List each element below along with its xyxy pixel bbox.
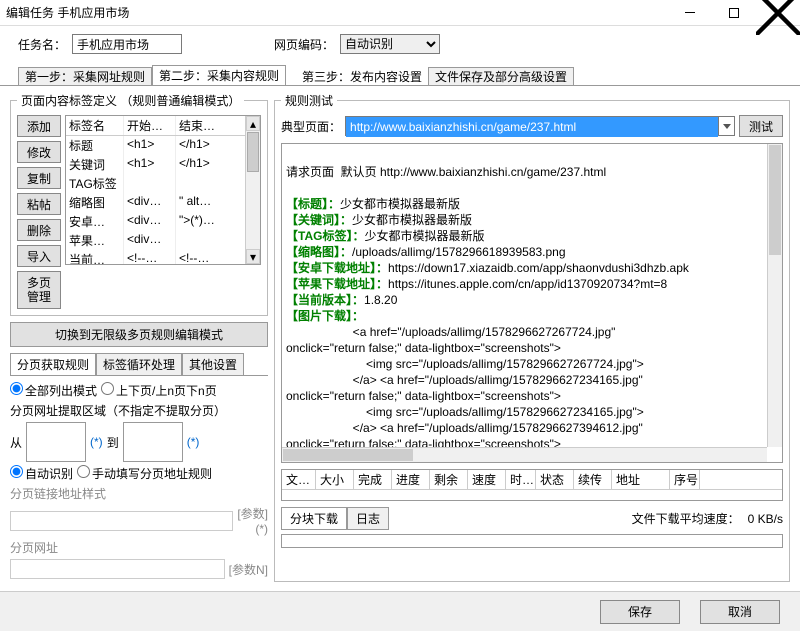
ruletest-group: 规则测试 典型页面： 测试 请求页面 默认页 http://www.baixia… [274,92,790,582]
subtab-other[interactable]: 其他设置 [182,353,244,375]
dltab-log[interactable]: 日志 [347,507,389,530]
url-input[interactable] [346,117,718,137]
switch-mode-button[interactable]: 切换到无限级多页规则编辑模式 [10,322,268,347]
label-def-group: 页面内容标签定义 （规则普通编辑模式） 添加 修改 复制 粘帖 删除 导入 多页… [10,92,268,316]
delete-button[interactable]: 删除 [17,219,61,241]
paste-button[interactable]: 粘帖 [17,193,61,215]
fcol-speed: 速度 [468,470,506,489]
encoding-select[interactable]: 自动识别 [340,34,440,54]
pgurl-label: 分页网址 [10,539,268,556]
url-combo[interactable] [345,116,735,136]
radio-prevnext[interactable]: 上下页/上n页下n页 [101,382,217,399]
to-label: 到 [107,434,119,451]
tab-step1[interactable]: 第一步：采集网址规则 [18,67,152,85]
save-button[interactable]: 保存 [600,600,680,624]
paramN-link: [参数N] [229,561,268,578]
pgurl-input [10,559,225,579]
fcol-status: 状态 [536,470,574,489]
subtab-loop[interactable]: 标签循环处理 [96,353,182,375]
speed-value: 0 KB/s [748,512,783,526]
add-button[interactable]: 添加 [17,115,61,137]
preview-v-scroll[interactable] [767,144,782,447]
col-label: 标签名 [66,116,124,135]
param-link: [参数] [237,507,268,521]
label-def-legend: 页面内容标签定义 （规则普通编辑模式） [17,92,244,109]
tab-step2[interactable]: 第二步：采集内容规则 [152,65,286,85]
zone-label: 分页网址提取区域（不指定不提取分页） [10,402,268,419]
fcol-progress: 进度 [392,470,430,489]
to-box[interactable] [123,422,183,462]
dltab-chunk[interactable]: 分块下载 [281,507,347,530]
radio-auto[interactable]: 自动识别 [10,465,73,482]
cancel-button[interactable]: 取消 [700,600,780,624]
preview-h-scroll[interactable] [282,447,767,462]
minimize-button[interactable] [668,0,712,26]
encoding-label: 网页编码： [274,36,334,53]
table-row[interactable]: 当前…<!--…<!--… [66,250,260,265]
chevron-down-icon[interactable] [718,117,734,135]
asterisk-from[interactable]: (*) [90,435,103,449]
copy-button[interactable]: 复制 [17,167,61,189]
fcol-done: 完成 [354,470,392,489]
from-label: 从 [10,434,22,451]
radio-manual[interactable]: 手动填写分页地址规则 [77,465,212,482]
table-row[interactable]: 标题<h1></h1> [66,136,260,155]
window-title: 编辑任务 手机应用市场 [6,4,668,21]
url-label: 典型页面： [281,118,341,135]
fcol-size: 大小 [316,470,354,489]
from-box[interactable] [26,422,86,462]
asterisk-to[interactable]: (*) [187,435,200,449]
col-start: 开始… [124,116,176,135]
table-row[interactable]: 苹果…<div… [66,231,260,250]
fcol-file: 文… [282,470,316,489]
label-table[interactable]: 标签名 开始… 结束… 标题<h1></h1>关键词<h1></h1>TAG标签… [65,115,261,265]
tab-step4[interactable]: 文件保存及部分高级设置 [428,67,574,85]
linkstyle-label: 分页链接地址样式 [10,485,268,502]
maximize-button[interactable] [712,0,756,26]
table-scrollbar[interactable]: ▴ ▾ [245,116,260,264]
fcol-remain: 剩余 [430,470,468,489]
table-row[interactable]: 安卓…<div…">(*)… [66,212,260,231]
scroll-down-icon[interactable]: ▾ [246,249,260,264]
table-row[interactable]: TAG标签 [66,174,260,193]
fcol-time: 时… [506,470,536,489]
close-window-button[interactable] [756,0,800,26]
linkstyle-input [10,511,233,531]
task-name-label: 任务名： [18,36,66,53]
fcol-resume: 续传 [574,470,612,489]
paramstar: (*) [255,522,268,536]
test-button[interactable]: 测试 [739,115,783,137]
task-name-input[interactable] [72,34,182,54]
fcol-idx: 序号 [670,470,700,489]
import-button[interactable]: 导入 [17,245,61,267]
ruletest-legend: 规则测试 [281,92,337,109]
progress-bar [281,534,783,548]
col-end: 结束… [176,116,226,135]
multipage-button[interactable]: 多页管理 [17,271,61,309]
table-row[interactable]: 缩略图<div…" alt… [66,193,260,212]
preview-pane[interactable]: 请求页面 默认页 http://www.baixianzhishi.cn/gam… [281,143,783,463]
table-row[interactable]: 关键词<h1></h1> [66,155,260,174]
fcol-addr: 地址 [612,470,670,489]
scroll-up-icon[interactable]: ▴ [246,116,260,131]
file-table[interactable]: 文… 大小 完成 进度 剩余 速度 时… 状态 续传 地址 序号 [281,469,783,501]
subtab-paging[interactable]: 分页获取规则 [10,353,96,375]
radio-listall[interactable]: 全部列出模式 [10,382,97,399]
edit-button[interactable]: 修改 [17,141,61,163]
tab-step3[interactable]: 第三步：发布内容设置 [296,67,428,85]
speed-label: 文件下载平均速度： [632,510,740,527]
